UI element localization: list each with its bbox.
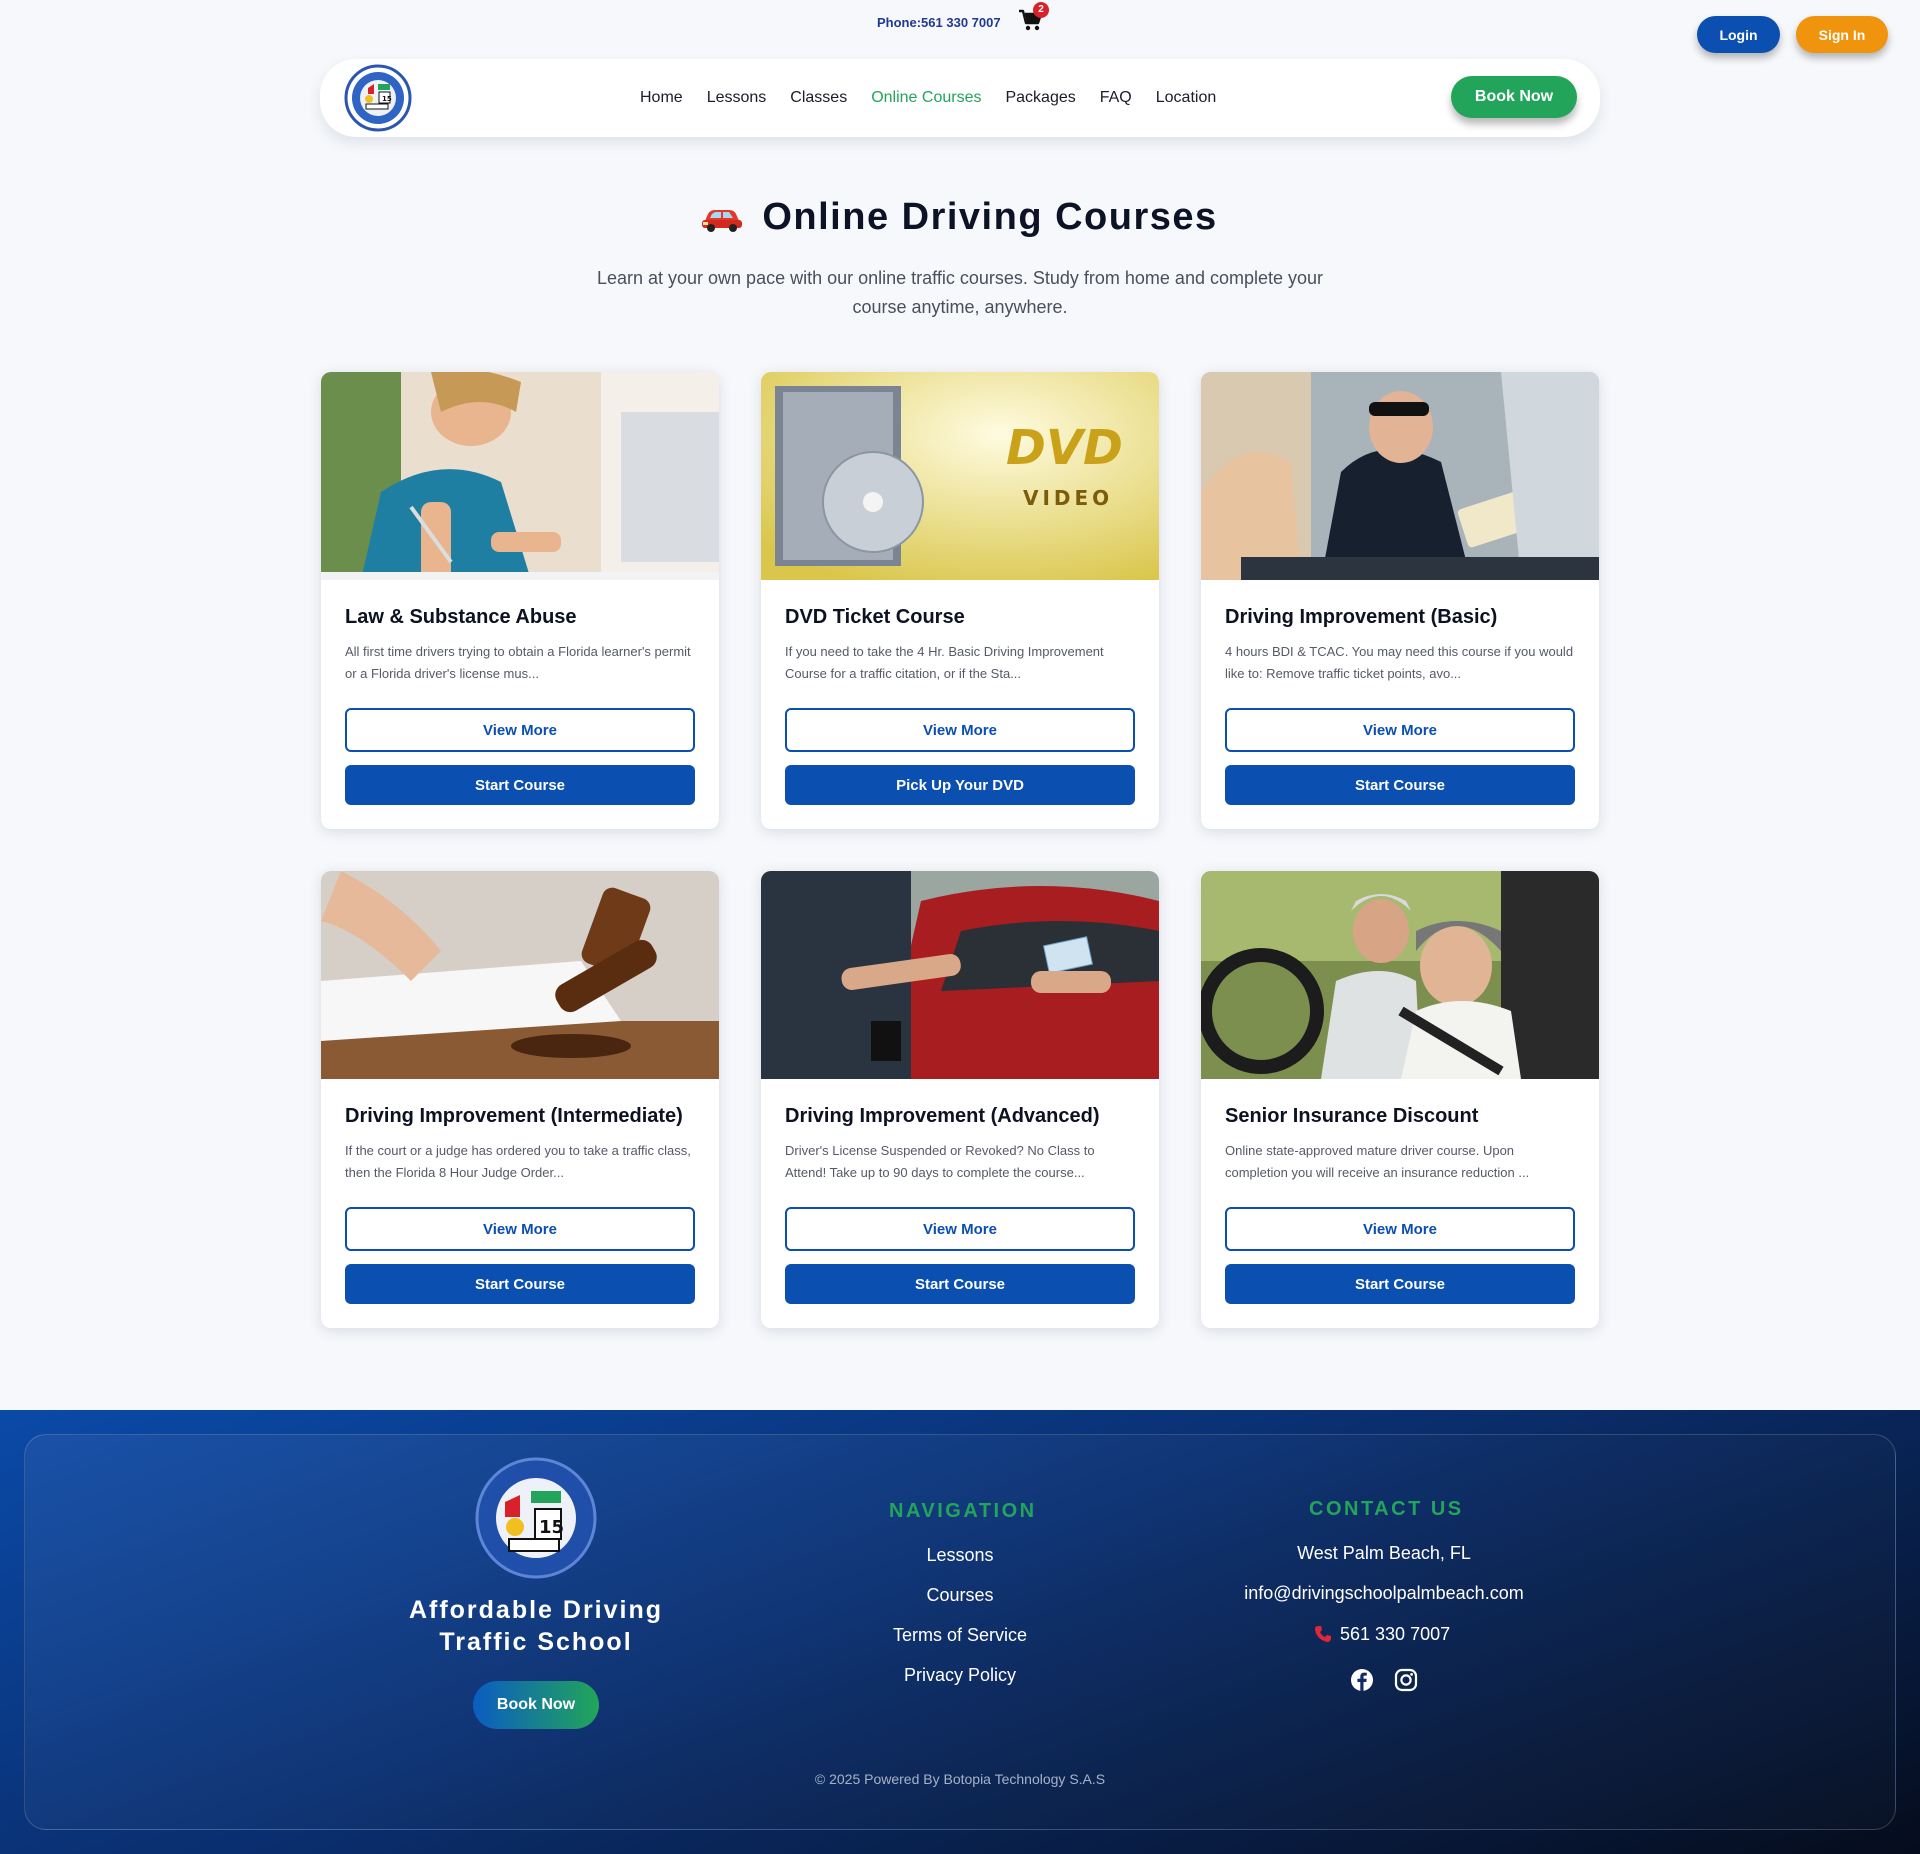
course-description: If you need to take the 4 Hr. Basic Driv… bbox=[785, 644, 1104, 681]
nav-location[interactable]: Location bbox=[1156, 89, 1217, 107]
nav-home[interactable]: Home bbox=[640, 89, 683, 107]
facebook-icon[interactable] bbox=[1350, 1668, 1374, 1692]
course-card: Driving Improvement (Intermediate) If th… bbox=[321, 871, 719, 1328]
start-course-button[interactable]: Start Course bbox=[345, 1264, 695, 1304]
nav-packages[interactable]: Packages bbox=[1005, 89, 1075, 107]
logo-seal[interactable]: 15 bbox=[475, 1457, 597, 1579]
footer-copyright: © 2025 Powered By Botopia Technology S.A… bbox=[814, 1771, 1106, 1787]
course-description: 4 hours BDI & TCAC. You may need this co… bbox=[1225, 644, 1574, 681]
course-image bbox=[761, 871, 1159, 1079]
course-description: Driver's License Suspended or Revoked? N… bbox=[785, 1143, 1095, 1180]
footer-book-now-button[interactable]: Book Now bbox=[473, 1681, 599, 1729]
footer-link-terms[interactable]: Terms of Service bbox=[860, 1625, 1060, 1646]
course-image bbox=[1201, 372, 1599, 580]
nav-links: Home Lessons Classes Online Courses Pack… bbox=[640, 59, 1216, 137]
login-button[interactable]: Login bbox=[1697, 16, 1780, 53]
nav-classes[interactable]: Classes bbox=[790, 89, 847, 107]
book-now-button[interactable]: Book Now bbox=[1451, 76, 1577, 118]
main-navbar: 15 Home Lessons Classes Online Courses P… bbox=[320, 59, 1600, 137]
footer-link-lessons[interactable]: Lessons bbox=[860, 1545, 1060, 1566]
start-course-button[interactable]: Start Course bbox=[785, 1264, 1135, 1304]
phone-icon bbox=[1315, 1626, 1331, 1642]
footer-nav-heading: NAVIGATION bbox=[889, 1500, 1037, 1522]
footer-brand-line1: Affordable Driving bbox=[408, 1596, 664, 1624]
course-title: Driving Improvement (Basic) bbox=[1225, 606, 1498, 628]
start-course-button[interactable]: Start Course bbox=[345, 765, 695, 805]
footer-link-privacy[interactable]: Privacy Policy bbox=[860, 1665, 1060, 1686]
start-course-button[interactable]: Start Course bbox=[1225, 765, 1575, 805]
footer-location: West Palm Beach, FL bbox=[1297, 1543, 1471, 1563]
svg-text:15: 15 bbox=[382, 95, 392, 103]
course-card: Senior Insurance Discount Online state-a… bbox=[1201, 871, 1599, 1328]
course-card: Driving Improvement (Basic) 4 hours BDI … bbox=[1201, 372, 1599, 829]
footer-phone-row[interactable]: 561 330 7007 bbox=[1314, 1623, 1450, 1645]
course-title: Law & Substance Abuse bbox=[345, 606, 577, 628]
course-title: Driving Improvement (Intermediate) bbox=[345, 1105, 683, 1127]
pick-up-dvd-button[interactable]: Pick Up Your DVD bbox=[785, 765, 1135, 805]
footer-phone: 561 330 7007 bbox=[1340, 1623, 1451, 1644]
course-title: Driving Improvement (Advanced) bbox=[785, 1105, 1100, 1127]
page-title-text: Online Driving Courses bbox=[762, 196, 1218, 238]
view-more-button[interactable]: View More bbox=[345, 708, 695, 752]
course-image bbox=[321, 871, 719, 1079]
svg-text:DVD: DVD bbox=[1006, 420, 1123, 476]
svg-text:VIDEO: VIDEO bbox=[1023, 486, 1113, 510]
view-more-button[interactable]: View More bbox=[1225, 708, 1575, 752]
svg-text:15: 15 bbox=[539, 1517, 564, 1538]
nav-online-courses[interactable]: Online Courses bbox=[871, 89, 981, 107]
car-icon bbox=[702, 209, 743, 232]
footer-brand-line2: Traffic School bbox=[439, 1628, 633, 1656]
course-image bbox=[321, 372, 719, 580]
page-title: Online Driving Courses bbox=[0, 196, 1920, 239]
header-phone[interactable]: Phone:561 330 7007 bbox=[877, 15, 1001, 30]
course-title: DVD Ticket Course bbox=[785, 606, 965, 628]
nav-lessons[interactable]: Lessons bbox=[707, 89, 767, 107]
nav-faq[interactable]: FAQ bbox=[1100, 89, 1132, 107]
footer-link-courses[interactable]: Courses bbox=[860, 1585, 1060, 1606]
cart-count-badge: 2 bbox=[1033, 2, 1049, 18]
footer-email[interactable]: info@drivingschoolpalmbeach.com bbox=[1184, 1583, 1584, 1604]
course-card: Law & Substance Abuse All first time dri… bbox=[321, 372, 719, 829]
course-card: Driving Improvement (Advanced) Driver's … bbox=[761, 871, 1159, 1328]
course-description: All first time drivers trying to obtain … bbox=[345, 644, 691, 681]
logo-seal[interactable]: 15 bbox=[344, 64, 412, 132]
course-image bbox=[1201, 871, 1599, 1079]
top-bar: Phone:561 330 7007 2 Login Sign In bbox=[0, 0, 1920, 55]
course-image: DVD VIDEO bbox=[761, 372, 1159, 580]
instagram-icon[interactable] bbox=[1394, 1668, 1418, 1692]
signin-button[interactable]: Sign In bbox=[1796, 16, 1888, 53]
footer-brand: Affordable Driving Traffic School bbox=[376, 1594, 696, 1658]
start-course-button[interactable]: Start Course bbox=[1225, 1264, 1575, 1304]
view-more-button[interactable]: View More bbox=[785, 1207, 1135, 1251]
view-more-button[interactable]: View More bbox=[345, 1207, 695, 1251]
view-more-button[interactable]: View More bbox=[785, 708, 1135, 752]
view-more-button[interactable]: View More bbox=[1225, 1207, 1575, 1251]
course-description: Online state-approved mature driver cour… bbox=[1225, 1143, 1530, 1180]
course-description: If the court or a judge has ordered you … bbox=[345, 1143, 691, 1180]
course-card: DVD VIDEO DVD Ticket Course If you need … bbox=[761, 372, 1159, 829]
course-title: Senior Insurance Discount bbox=[1225, 1105, 1479, 1127]
page-subtitle: Learn at your own pace with our online t… bbox=[596, 268, 1324, 317]
footer-contact-heading: CONTACT US bbox=[1309, 1498, 1464, 1520]
